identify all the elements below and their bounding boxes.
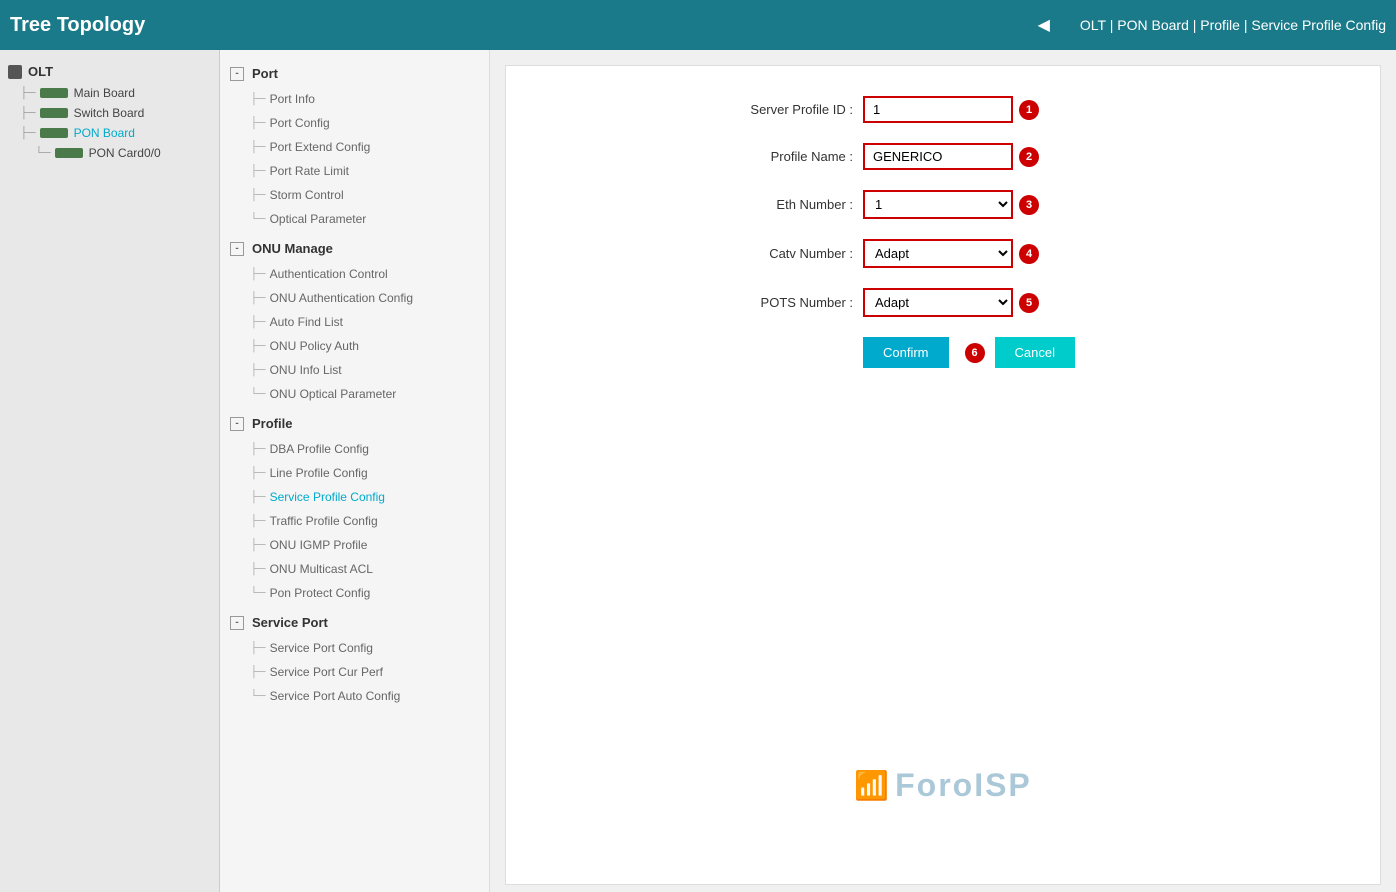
tree-connector-icon: ├─ [20, 127, 36, 139]
nav-item-storm-control[interactable]: ├─Storm Control [220, 183, 489, 207]
form-row-server-profile-id: Server Profile ID : 1 [693, 96, 1193, 123]
watermark-text: ForoISP [895, 767, 1032, 804]
nav-section-port: - Port ├─Port Info ├─Port Config ├─Port … [220, 60, 489, 231]
content-panel: Server Profile ID : 1 Profile Name : 2 E… [505, 65, 1381, 885]
nav-item-onu-igmp[interactable]: ├─ONU IGMP Profile [220, 533, 489, 557]
nav-section-profile-label: Profile [252, 416, 292, 431]
catv-number-select[interactable]: Adapt 0 1 [863, 239, 1013, 268]
nav-section-service-port-header[interactable]: - Service Port [220, 609, 489, 636]
pots-number-select[interactable]: Adapt 0 1 2 [863, 288, 1013, 317]
badge-4: 4 [1019, 244, 1039, 264]
sidebar-item-poncard[interactable]: └─ PON Card0/0 [0, 143, 219, 163]
nav-section-port-label: Port [252, 66, 278, 81]
tree-connector-icon: └─ [35, 147, 51, 159]
switchboard-icon [40, 108, 68, 118]
server-profile-id-input[interactable] [863, 96, 1013, 123]
sidebar-tree: OLT ├─ Main Board ├─ Switch Board ├─ PON… [0, 50, 220, 892]
main-layout: OLT ├─ Main Board ├─ Switch Board ├─ PON… [0, 50, 1396, 892]
mainboard-label: Main Board [74, 86, 135, 100]
badge-3: 3 [1019, 195, 1039, 215]
form-row-catv-number: Catv Number : Adapt 0 1 4 [693, 239, 1193, 268]
nav-item-line-profile[interactable]: ├─Line Profile Config [220, 461, 489, 485]
form-row-pots-number: POTS Number : Adapt 0 1 2 5 [693, 288, 1193, 317]
nav-item-service-port-cur-perf[interactable]: ├─Service Port Cur Perf [220, 660, 489, 684]
ponboard-label: PON Board [74, 126, 135, 140]
eth-number-select[interactable]: 1 2 3 4 [863, 190, 1013, 219]
header: Tree Topology ◀ OLT | PON Board | Profil… [0, 0, 1396, 50]
nav-item-pon-protect[interactable]: └─Pon Protect Config [220, 581, 489, 605]
watermark-signal-icon: 📶 [854, 769, 891, 802]
tree-connector-icon: ├─ [20, 107, 36, 119]
form-row-profile-name: Profile Name : 2 [693, 143, 1193, 170]
poncard-icon [55, 148, 83, 158]
nav-item-port-config[interactable]: ├─Port Config [220, 111, 489, 135]
form-row-eth-number: Eth Number : 1 2 3 4 3 [693, 190, 1193, 219]
olt-label: OLT [28, 64, 53, 79]
nav-item-auto-find[interactable]: ├─Auto Find List [220, 310, 489, 334]
sidebar-item-ponboard[interactable]: ├─ PON Board [0, 123, 219, 143]
badge-6: 6 [965, 343, 985, 363]
nav-section-profile-header[interactable]: - Profile [220, 410, 489, 437]
nav-item-service-port-config[interactable]: ├─Service Port Config [220, 636, 489, 660]
pots-number-label: POTS Number : [693, 295, 853, 310]
app-title: Tree Topology [10, 14, 230, 37]
switchboard-label: Switch Board [74, 106, 145, 120]
nav-section-profile: - Profile ├─DBA Profile Config ├─Line Pr… [220, 410, 489, 605]
badge-5: 5 [1019, 293, 1039, 313]
toggle-sidebar-button[interactable]: ◀ [1038, 15, 1050, 35]
nav-section-service-port-label: Service Port [252, 615, 328, 630]
sidebar-item-olt[interactable]: OLT [0, 60, 219, 83]
confirm-button[interactable]: Confirm [863, 337, 949, 368]
nav-item-onu-optical[interactable]: └─ONU Optical Parameter [220, 382, 489, 406]
nav-item-onu-auth-config[interactable]: ├─ONU Authentication Config [220, 286, 489, 310]
tree-connector-icon: ├─ [20, 87, 36, 99]
nav-item-traffic-profile[interactable]: ├─Traffic Profile Config [220, 509, 489, 533]
nav-section-port-header[interactable]: - Port [220, 60, 489, 87]
ponboard-icon [40, 128, 68, 138]
nav-section-onu-manage: - ONU Manage ├─Authentication Control ├─… [220, 235, 489, 406]
nav-item-service-profile[interactable]: ├─Service Profile Config [220, 485, 489, 509]
nav-item-port-info[interactable]: ├─Port Info [220, 87, 489, 111]
nav-section-onu-header[interactable]: - ONU Manage [220, 235, 489, 262]
nav-item-port-rate-limit[interactable]: ├─Port Rate Limit [220, 159, 489, 183]
nav-item-onu-info-list[interactable]: ├─ONU Info List [220, 358, 489, 382]
nav-item-service-port-auto-config[interactable]: └─Service Port Auto Config [220, 684, 489, 708]
profile-name-input[interactable] [863, 143, 1013, 170]
sidebar-item-switchboard[interactable]: ├─ Switch Board [0, 103, 219, 123]
main-content: Server Profile ID : 1 Profile Name : 2 E… [490, 50, 1396, 892]
poncard-label: PON Card0/0 [89, 146, 161, 160]
cancel-button[interactable]: Cancel [995, 337, 1075, 368]
nav-item-optical-parameter[interactable]: └─Optical Parameter [220, 207, 489, 231]
nav-item-port-extend-config[interactable]: ├─Port Extend Config [220, 135, 489, 159]
nav-section-service-port: - Service Port ├─Service Port Config ├─S… [220, 609, 489, 708]
breadcrumb: OLT | PON Board | Profile | Service Prof… [1060, 17, 1386, 33]
service-profile-form: Server Profile ID : 1 Profile Name : 2 E… [693, 96, 1193, 368]
badge-2: 2 [1019, 147, 1039, 167]
collapse-onu-icon: - [230, 242, 244, 256]
nav-item-onu-multicast-acl[interactable]: ├─ONU Multicast ACL [220, 557, 489, 581]
watermark: 📶 ForoISP [854, 767, 1032, 804]
catv-number-label: Catv Number : [693, 246, 853, 261]
olt-icon [8, 65, 22, 79]
nav-item-dba-profile[interactable]: ├─DBA Profile Config [220, 437, 489, 461]
collapse-port-icon: - [230, 67, 244, 81]
eth-number-label: Eth Number : [693, 197, 853, 212]
form-buttons-row: Confirm 6 Cancel [863, 337, 1193, 368]
collapse-service-port-icon: - [230, 616, 244, 630]
nav-item-onu-policy-auth[interactable]: ├─ONU Policy Auth [220, 334, 489, 358]
server-profile-id-label: Server Profile ID : [693, 102, 853, 117]
nav-item-auth-control[interactable]: ├─Authentication Control [220, 262, 489, 286]
profile-name-label: Profile Name : [693, 149, 853, 164]
nav-section-onu-label: ONU Manage [252, 241, 333, 256]
nav-panel: - Port ├─Port Info ├─Port Config ├─Port … [220, 50, 490, 892]
sidebar-item-mainboard[interactable]: ├─ Main Board [0, 83, 219, 103]
collapse-profile-icon: - [230, 417, 244, 431]
mainboard-icon [40, 88, 68, 98]
badge-1: 1 [1019, 100, 1039, 120]
